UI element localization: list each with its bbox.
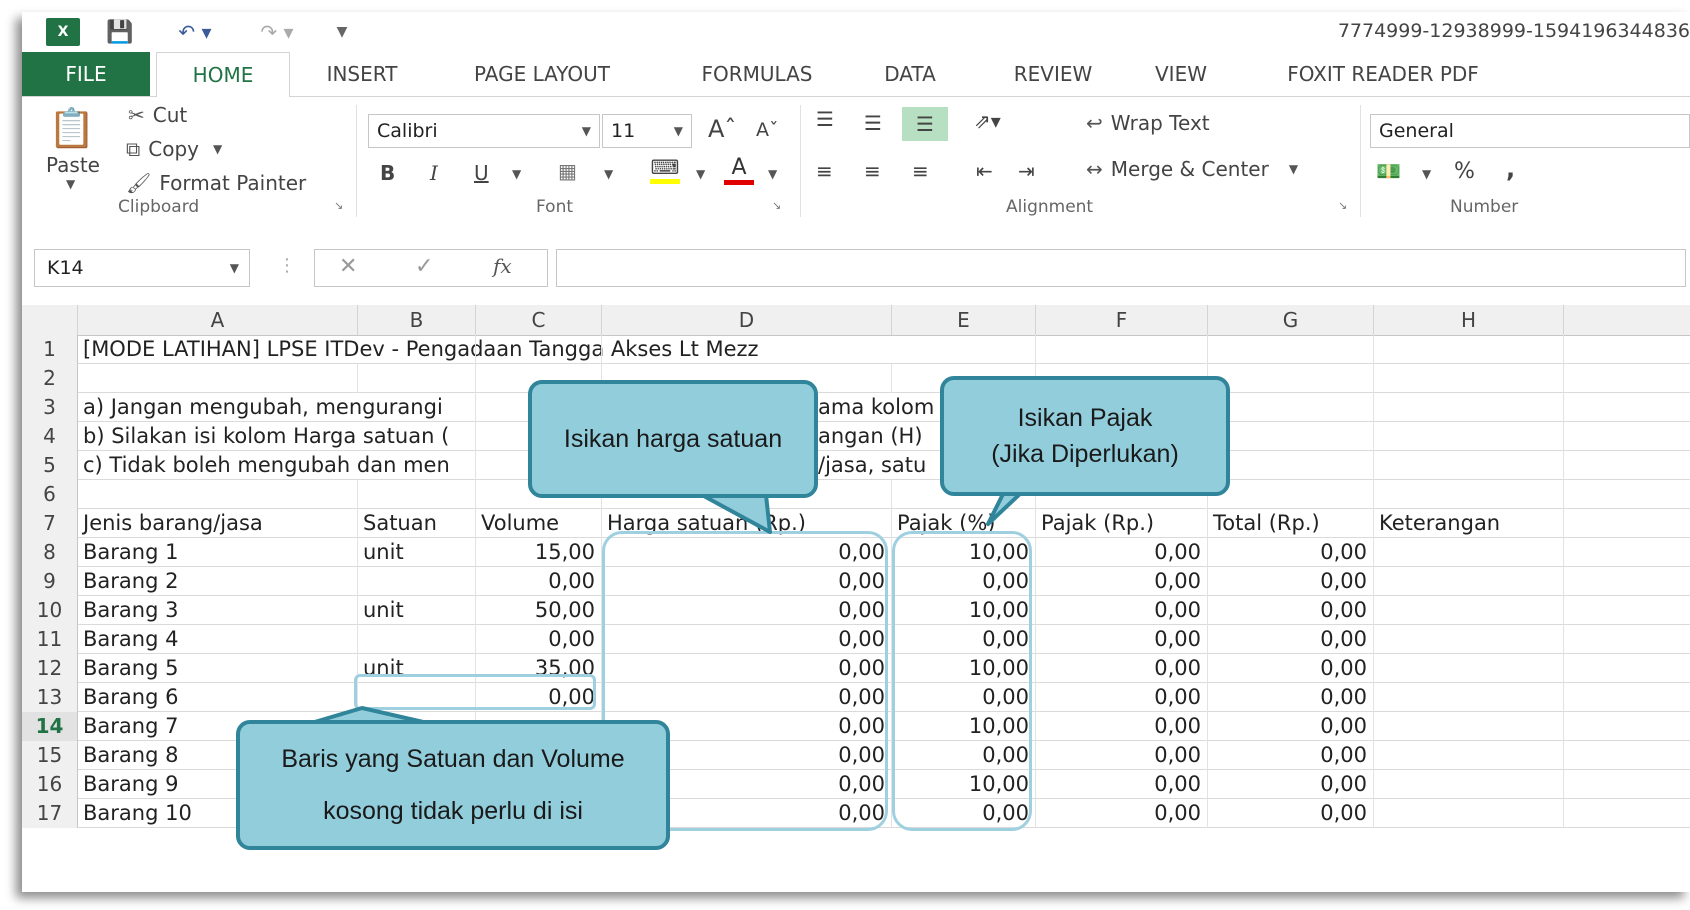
callout-harga-satuan: Isikan harga satuan [528, 380, 818, 498]
callout-baris-line1: Baris yang Satuan dan Volume [281, 744, 625, 773]
callout-pajak: Isikan Pajak (Jika Diperlukan) [940, 376, 1230, 496]
callout-baris-line2: kosong tidak perlu di isi [323, 797, 583, 825]
callout-pajak-line1: Isikan Pajak [1017, 403, 1153, 432]
callout-pajak-line2: (Jika Diperlukan) [991, 440, 1179, 468]
harga-callout-tail [700, 493, 772, 534]
callout-harga-text: Isikan harga satuan [563, 424, 783, 453]
excel-window: X 💾 ↶ ▾ ↷ ▾ ▼ 7774999-12938999-159419634… [22, 12, 1690, 892]
callout-baris-kosong: Baris yang Satuan dan Volume kosong tida… [236, 720, 670, 850]
pajak-callout-tail [986, 490, 1024, 526]
